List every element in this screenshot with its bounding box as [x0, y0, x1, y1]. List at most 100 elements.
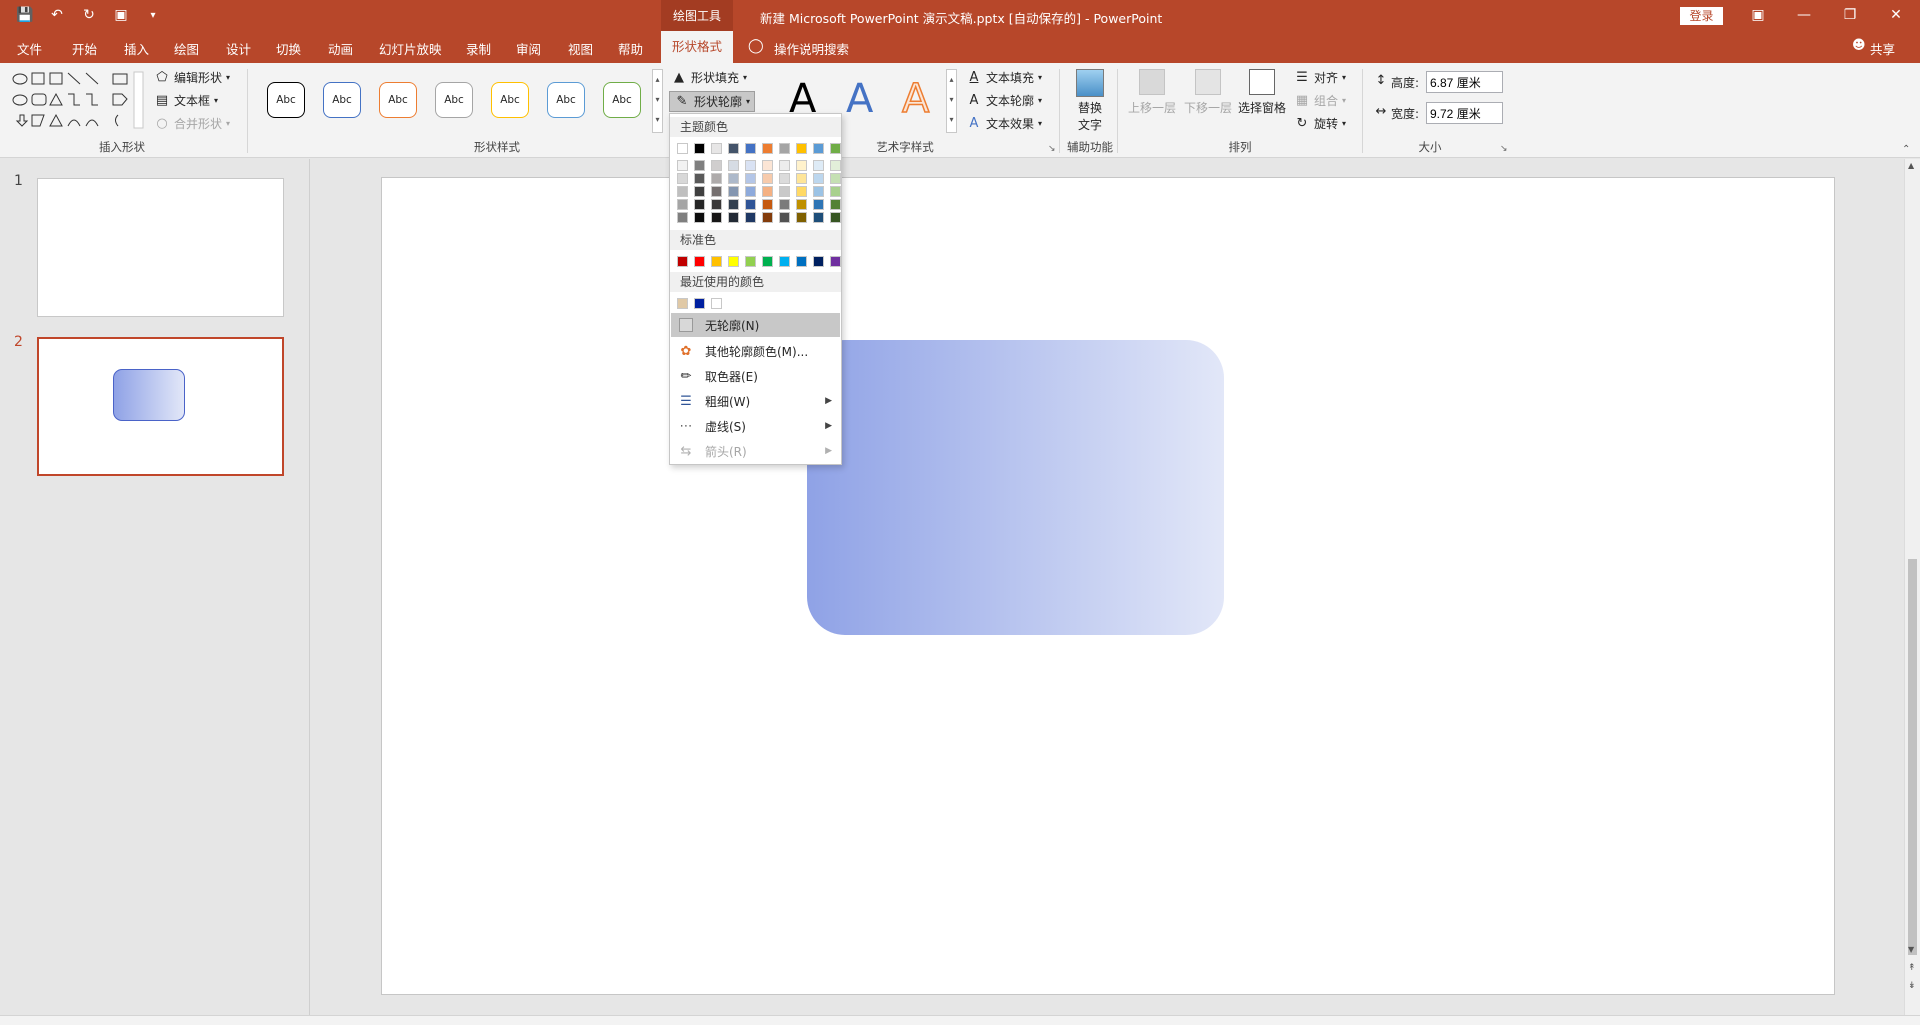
- restore-icon[interactable]: ❐: [1830, 3, 1870, 27]
- scrollbar-thumb[interactable]: [1908, 559, 1917, 955]
- recent-color-swatch[interactable]: [677, 298, 688, 309]
- theme-shade-swatch[interactable]: [728, 212, 739, 223]
- tab-help[interactable]: 帮助: [618, 39, 643, 58]
- theme-shade-swatch[interactable]: [694, 186, 705, 197]
- theme-color-swatch[interactable]: [694, 143, 705, 154]
- redo-icon[interactable]: ↻: [78, 4, 100, 26]
- theme-shade-swatch[interactable]: [813, 160, 824, 171]
- shape-fill-button[interactable]: ▲ 形状填充 ▾: [671, 69, 747, 86]
- share-button[interactable]: 共享: [1870, 39, 1895, 58]
- shape-style-4[interactable]: Abc: [435, 82, 473, 118]
- theme-shade-swatch[interactable]: [762, 160, 773, 171]
- theme-shade-swatch[interactable]: [779, 186, 790, 197]
- send-backward-button[interactable]: 下移一层: [1182, 69, 1234, 116]
- save-icon[interactable]: 💾: [14, 4, 36, 26]
- theme-shade-swatch[interactable]: [830, 160, 841, 171]
- theme-shade-swatch[interactable]: [728, 186, 739, 197]
- standard-color-swatch[interactable]: [796, 256, 807, 267]
- previous-slide-icon[interactable]: ↟: [1908, 963, 1916, 973]
- login-button[interactable]: 登录: [1680, 7, 1723, 25]
- text-box-button[interactable]: ▤ 文本框 ▾: [154, 92, 218, 109]
- theme-shade-swatch[interactable]: [796, 186, 807, 197]
- collapse-ribbon-icon[interactable]: ⌃: [1902, 144, 1910, 155]
- theme-shade-swatch[interactable]: [677, 212, 688, 223]
- theme-color-swatch[interactable]: [779, 143, 790, 154]
- theme-shade-swatch[interactable]: [796, 212, 807, 223]
- customize-qat-icon[interactable]: ▾: [142, 4, 164, 26]
- theme-shade-swatch[interactable]: [813, 173, 824, 184]
- theme-shade-swatch[interactable]: [762, 173, 773, 184]
- align-button[interactable]: ☰ 对齐 ▾: [1294, 69, 1346, 86]
- theme-shade-swatch[interactable]: [728, 199, 739, 210]
- theme-shade-swatch[interactable]: [762, 199, 773, 210]
- theme-color-swatch[interactable]: [677, 143, 688, 154]
- arrows-item[interactable]: ⇆ 箭头(R) ▶: [671, 439, 840, 463]
- tab-shape-format[interactable]: 形状格式: [661, 31, 733, 63]
- edit-shape-button[interactable]: ⬠ 编辑形状 ▾: [154, 69, 230, 86]
- theme-shade-swatch[interactable]: [745, 212, 756, 223]
- shape-style-3[interactable]: Abc: [379, 82, 417, 118]
- theme-shade-swatch[interactable]: [762, 186, 773, 197]
- text-outline-button[interactable]: A 文本轮廓 ▾: [966, 92, 1042, 109]
- theme-shade-swatch[interactable]: [779, 160, 790, 171]
- tell-me-search[interactable]: 操作说明搜索: [774, 39, 849, 58]
- shape-outline-button[interactable]: ✎ 形状轮廓 ▾: [669, 91, 756, 112]
- tab-insert[interactable]: 插入: [124, 39, 149, 58]
- start-from-beginning-icon[interactable]: ▣: [110, 4, 132, 26]
- theme-shade-swatch[interactable]: [677, 199, 688, 210]
- shape-style-2[interactable]: Abc: [323, 82, 361, 118]
- standard-color-swatch[interactable]: [677, 256, 688, 267]
- standard-color-swatch[interactable]: [728, 256, 739, 267]
- theme-shade-swatch[interactable]: [813, 199, 824, 210]
- shape-style-1[interactable]: Abc: [267, 82, 305, 118]
- standard-color-swatch[interactable]: [711, 256, 722, 267]
- ribbon-display-options-icon[interactable]: ▣: [1738, 3, 1778, 27]
- next-slide-icon[interactable]: ↡: [1908, 981, 1916, 991]
- shape-style-7[interactable]: Abc: [603, 82, 641, 118]
- theme-shade-swatch[interactable]: [830, 212, 841, 223]
- theme-shade-swatch[interactable]: [762, 212, 773, 223]
- slide-thumbnail-1[interactable]: [37, 178, 284, 317]
- shapes-gallery[interactable]: [10, 70, 145, 130]
- theme-shade-swatch[interactable]: [813, 186, 824, 197]
- theme-shade-swatch[interactable]: [779, 212, 790, 223]
- standard-color-swatch[interactable]: [762, 256, 773, 267]
- theme-shade-swatch[interactable]: [830, 173, 841, 184]
- bring-forward-button[interactable]: 上移一层: [1126, 69, 1178, 116]
- vertical-scrollbar[interactable]: ▲ ▼ ↟ ↡: [1904, 159, 1920, 1015]
- theme-shade-swatch[interactable]: [677, 160, 688, 171]
- tab-view[interactable]: 视图: [568, 39, 593, 58]
- theme-shade-swatch[interactable]: [745, 199, 756, 210]
- height-input[interactable]: [1426, 71, 1503, 93]
- theme-shade-swatch[interactable]: [796, 199, 807, 210]
- theme-shade-swatch[interactable]: [694, 173, 705, 184]
- tab-transitions[interactable]: 切换: [276, 39, 301, 58]
- tab-review[interactable]: 审阅: [516, 39, 541, 58]
- theme-shade-swatch[interactable]: [711, 160, 722, 171]
- close-icon[interactable]: ✕: [1876, 3, 1916, 27]
- wordart-style-orange-outline[interactable]: A: [901, 78, 930, 120]
- theme-shade-swatch[interactable]: [711, 212, 722, 223]
- rounded-rectangle-shape[interactable]: [807, 340, 1224, 635]
- eyedropper-item[interactable]: ✏ 取色器(E): [671, 364, 840, 388]
- theme-shade-swatch[interactable]: [711, 173, 722, 184]
- theme-shade-swatch[interactable]: [677, 173, 688, 184]
- text-fill-button[interactable]: A 文本填充 ▾: [966, 69, 1042, 86]
- alt-text-button[interactable]: 替换 文字: [1068, 69, 1112, 137]
- theme-color-swatch[interactable]: [762, 143, 773, 154]
- tab-design[interactable]: 设计: [226, 39, 251, 58]
- recent-color-swatch[interactable]: [711, 298, 722, 309]
- theme-color-swatch[interactable]: [728, 143, 739, 154]
- weight-item[interactable]: ☰ 粗细(W) ▶: [671, 389, 840, 413]
- theme-shade-swatch[interactable]: [745, 173, 756, 184]
- dialog-launcher-icon[interactable]: ↘: [1048, 144, 1056, 154]
- tab-home[interactable]: 开始: [72, 39, 97, 58]
- tab-animations[interactable]: 动画: [328, 39, 353, 58]
- theme-shade-swatch[interactable]: [711, 199, 722, 210]
- more-outline-colors-item[interactable]: ✿ 其他轮廓颜色(M)...: [671, 339, 840, 363]
- theme-color-swatch[interactable]: [711, 143, 722, 154]
- recent-color-swatch[interactable]: [694, 298, 705, 309]
- theme-color-swatch[interactable]: [796, 143, 807, 154]
- standard-color-swatch[interactable]: [779, 256, 790, 267]
- theme-shade-swatch[interactable]: [813, 212, 824, 223]
